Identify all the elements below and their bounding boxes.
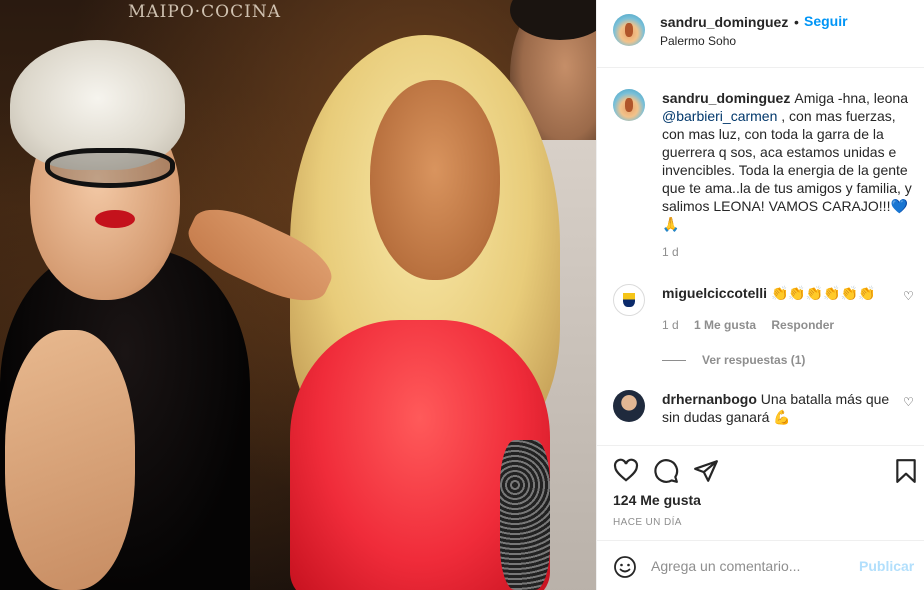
heart-icon[interactable]: [613, 458, 639, 484]
view-replies-button[interactable]: Ver respuestas (1): [662, 353, 805, 367]
comment-item: miguelciccotelli 👏👏👏👏👏👏 ♡ 1 d 1 Me gusta…: [597, 284, 924, 374]
likes-count[interactable]: 124 Me gusta: [613, 492, 701, 508]
photo-woman-arm-left: [5, 330, 135, 590]
muscle-emoji: 💪: [773, 409, 791, 425]
emoji-smiley-icon[interactable]: [613, 555, 637, 579]
pray-emoji: 🙏: [662, 216, 680, 232]
caption-avatar[interactable]: [613, 89, 645, 121]
comment-timestamp[interactable]: 1 d: [662, 318, 679, 332]
follow-button[interactable]: Seguir: [804, 13, 848, 29]
post-actions: 124 Me gusta HACE UN DÍA: [597, 445, 924, 540]
photo-glasses: [45, 148, 175, 188]
commenter-avatar[interactable]: [613, 284, 645, 316]
publish-button[interactable]: Publicar: [859, 558, 914, 574]
post-header: sandru_dominguez • Seguir Palermo Soho: [597, 0, 924, 68]
photo-woman-face-right: [370, 80, 500, 280]
view-replies-label: Ver respuestas (1): [702, 353, 806, 367]
author-avatar[interactable]: [613, 14, 645, 46]
add-comment-bar: Publicar: [597, 540, 924, 590]
mention-link[interactable]: @barbieri_carmen: [662, 108, 777, 124]
author-username[interactable]: sandru_dominguez: [660, 14, 788, 30]
comment-like-heart-icon[interactable]: ♡: [903, 289, 914, 303]
blue-heart-emoji: 💙: [890, 198, 908, 214]
replies-divider-line: [662, 360, 686, 362]
caption-username[interactable]: sandru_dominguez: [662, 90, 790, 106]
comment-item: drhernanbogo Una batalla más que sin dud…: [597, 390, 924, 440]
caption-text-start: Amiga -hna, leona: [794, 90, 908, 106]
reply-button[interactable]: Responder: [771, 318, 834, 332]
caption-timestamp[interactable]: 1 d: [662, 245, 679, 259]
comment-likes[interactable]: 1 Me gusta: [694, 318, 756, 332]
share-icon[interactable]: [693, 458, 719, 484]
location-link[interactable]: Palermo Soho: [660, 34, 736, 48]
bookmark-icon[interactable]: [893, 458, 919, 484]
comment-icon[interactable]: [653, 458, 679, 484]
photo-lips: [95, 210, 135, 228]
comment-text: drhernanbogo Una batalla más que sin dud…: [662, 390, 897, 426]
commenter-username[interactable]: drhernanbogo: [662, 391, 757, 407]
post-sidebar: sandru_dominguez • Seguir Palermo Soho s…: [596, 0, 924, 590]
comment-input[interactable]: [651, 555, 851, 577]
post-photo[interactable]: MAIPO·COCINA: [0, 0, 596, 590]
comment-text: miguelciccotelli 👏👏👏👏👏👏: [662, 284, 897, 302]
photo-restaurant-sign: MAIPO·COCINA: [128, 2, 281, 22]
caption-text: sandru_dominguez Amiga -hna, leona @barbi…: [662, 89, 917, 233]
commenter-avatar[interactable]: [613, 390, 645, 422]
comment-body: 👏👏👏👏👏👏: [770, 285, 876, 301]
photo-sequin-dress: [500, 440, 550, 590]
post-timestamp[interactable]: HACE UN DÍA: [613, 517, 682, 528]
comments-list[interactable]: sandru_dominguez Amiga -hna, leona @barbi…: [597, 69, 924, 445]
separator-dot: •: [794, 14, 799, 30]
commenter-username[interactable]: miguelciccotelli: [662, 285, 767, 301]
comment-like-heart-icon[interactable]: ♡: [903, 395, 914, 409]
comment-meta: 1 d 1 Me gusta Responder: [662, 318, 846, 332]
